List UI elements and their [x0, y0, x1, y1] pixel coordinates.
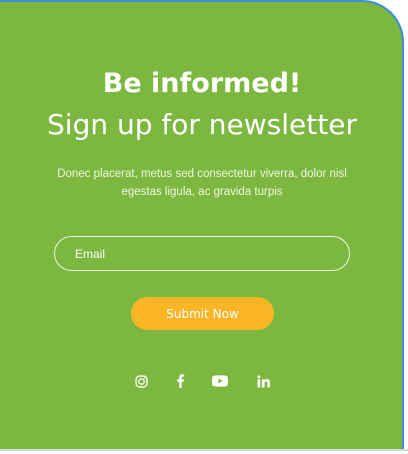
description-text: Donec placerat, metus sed consectetur vi…	[57, 168, 347, 198]
page-subtitle: Sign up for newsletter	[47, 108, 357, 141]
instagram-icon[interactable]	[130, 370, 152, 392]
email-field[interactable]	[54, 236, 350, 271]
newsletter-card: Be informed! Sign up for newsletter Done…	[0, 0, 404, 449]
linkedin-icon[interactable]	[252, 370, 274, 392]
submit-button[interactable]: Submit Now	[131, 297, 274, 330]
facebook-icon[interactable]	[169, 370, 191, 392]
social-links	[0, 370, 404, 392]
divider	[0, 449, 408, 451]
page-title: Be informed!	[102, 68, 302, 99]
youtube-icon[interactable]	[209, 370, 231, 392]
